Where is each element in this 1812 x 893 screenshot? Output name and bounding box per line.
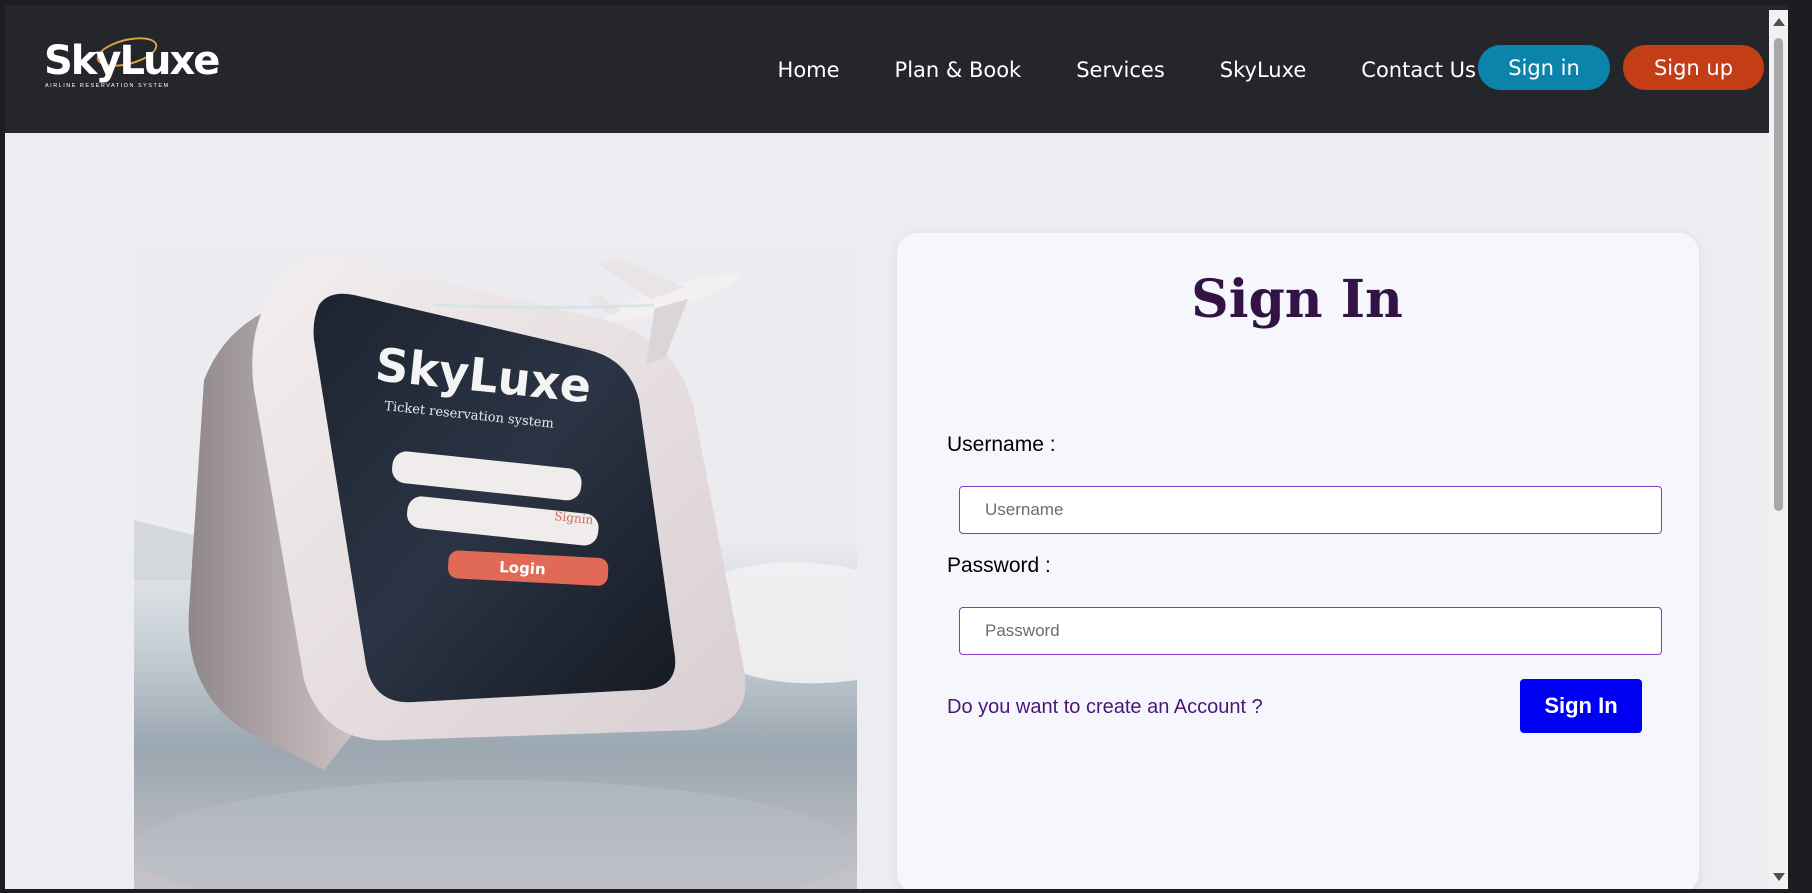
- nav-link-contact-us[interactable]: Contact Us: [1361, 50, 1476, 90]
- navbar: SkyLuxe AIRLINE RESERVATION SYSTEM Home …: [5, 5, 1788, 133]
- page-title: Sign In: [1191, 269, 1403, 330]
- logo-tagline: AIRLINE RESERVATION SYSTEM: [45, 83, 170, 89]
- username-input[interactable]: [959, 486, 1662, 534]
- nav-link-plan-book[interactable]: Plan & Book: [895, 50, 1022, 90]
- scroll-up-icon[interactable]: [1773, 18, 1785, 26]
- password-label: Password :: [947, 554, 1051, 577]
- brand-logo[interactable]: SkyLuxe AIRLINE RESERVATION SYSTEM: [44, 31, 220, 97]
- signin-card: Sign In Username : Password : Do you wan…: [897, 233, 1699, 889]
- create-account-link[interactable]: Do you want to create an Account ?: [947, 696, 1263, 719]
- signin-submit-button[interactable]: Sign In: [1520, 679, 1642, 733]
- nav-links: Home Plan & Book Services SkyLuxe Contac…: [723, 50, 1476, 90]
- hero-illustration: SkyLuxe Ticket reservation system Signin…: [134, 250, 857, 889]
- logo-text: SkyLuxe: [44, 38, 220, 84]
- browser-viewport: SkyLuxe AIRLINE RESERVATION SYSTEM Home …: [5, 5, 1788, 889]
- kiosk-login-text: Login: [499, 558, 546, 578]
- vertical-scrollbar[interactable]: [1769, 10, 1788, 889]
- nav-link-services[interactable]: Services: [1076, 50, 1165, 90]
- scroll-down-icon[interactable]: [1773, 873, 1785, 881]
- kiosk-illustration-graphic: SkyLuxe Ticket reservation system Signin…: [134, 256, 857, 889]
- nav-link-home[interactable]: Home: [778, 50, 840, 90]
- nav-signin-button[interactable]: Sign in: [1478, 45, 1610, 90]
- username-label: Username :: [947, 433, 1056, 456]
- nav-link-skyluxe[interactable]: SkyLuxe: [1220, 50, 1307, 90]
- scroll-thumb[interactable]: [1774, 38, 1783, 511]
- password-input[interactable]: [959, 607, 1662, 655]
- nav-signup-button[interactable]: Sign up: [1623, 45, 1764, 90]
